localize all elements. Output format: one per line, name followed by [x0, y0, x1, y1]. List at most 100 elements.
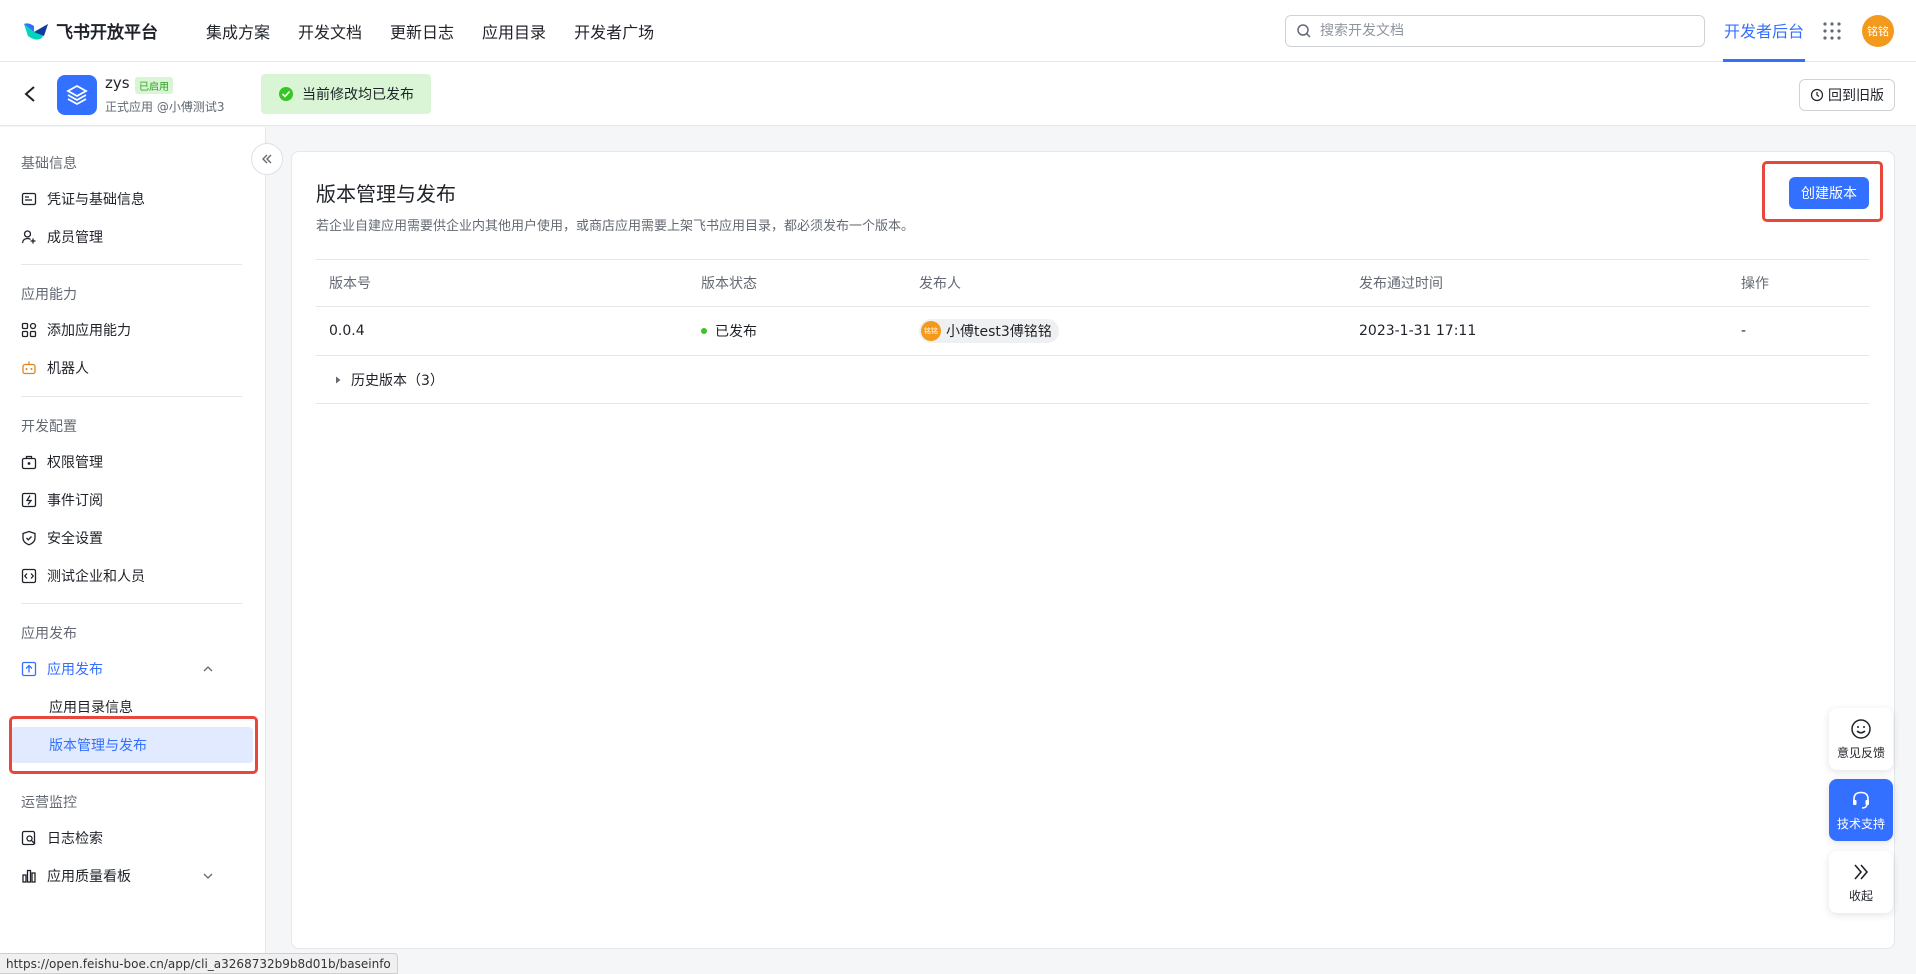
publisher-cell: 铭铭 小傅test3傅铭铭 [919, 307, 1059, 355]
layers-icon [66, 84, 88, 106]
add-user-icon [21, 230, 36, 244]
sidebar-item-label: 权限管理 [47, 455, 103, 471]
logo-text: 飞书开放平台 [56, 23, 158, 43]
feedback-label: 意见反馈 [1836, 745, 1885, 760]
robot-icon [22, 361, 36, 375]
tech-support-label: 技术支持 [1836, 816, 1885, 831]
tech-support-button[interactable]: 技术支持 [1829, 779, 1893, 841]
sidebar-item-test-tenants[interactable]: 测试企业和人员 [21, 559, 246, 593]
nav-integration[interactable]: 集成方案 [206, 19, 270, 43]
app-name: zys [105, 74, 130, 92]
old-version-label: 回到旧版 [1828, 88, 1884, 104]
code-box-icon [21, 568, 37, 584]
sidebar-item-credentials[interactable]: 凭证与基础信息 [21, 182, 246, 216]
row-action: - [1741, 323, 1747, 339]
app-subtitle: 正式应用 @小傅测试3 [105, 100, 225, 114]
app-status-badge: 已启用 [135, 77, 173, 94]
sidebar-subitem-version-management[interactable]: 版本管理与发布 [11, 727, 253, 763]
sidebar-item-bot[interactable]: 机器人 [21, 351, 246, 385]
main-nav: 集成方案 开发文档 更新日志 应用目录 开发者广场 [206, 19, 682, 43]
status-bar-url: https://open.feishu-boe.cn/app/cli_a3268… [0, 953, 398, 974]
sidebar-item-events[interactable]: 事件订阅 [21, 483, 246, 517]
double-chevron-left-icon [262, 154, 272, 164]
search-icon [1297, 24, 1311, 38]
logo[interactable]: 飞书开放平台 [22, 18, 182, 43]
headset-icon [1853, 791, 1869, 809]
feishu-logo-icon [24, 22, 48, 40]
sidebar-group-monitoring: 运营监控 [21, 795, 77, 811]
page-description: 若企业自建应用需要供企业内其他用户使用，或商店应用需要上架飞书应用目录，都必须发… [316, 219, 915, 234]
nav-dev-square[interactable]: 开发者广场 [574, 19, 654, 43]
sidebar-item-label: 应用质量看板 [47, 869, 131, 885]
history-label: 历史版本（3） [351, 372, 444, 389]
sidebar-item-publish[interactable]: 应用发布 [21, 652, 246, 686]
version-management-card: 版本管理与发布 若企业自建应用需要供企业内其他用户使用，或商店应用需要上架飞书应… [291, 151, 1895, 949]
id-card-icon [21, 192, 37, 206]
top-navigation-bar: 飞书开放平台 集成方案 开发文档 更新日志 应用目录 开发者广场 开发者后台 铭… [0, 0, 1916, 62]
old-version-button[interactable]: 回到旧版 [1799, 79, 1895, 111]
history-toggle[interactable]: 历史版本（3） [333, 356, 444, 403]
header-time: 发布通过时间 [1359, 276, 1443, 292]
sidebar-item-label: 事件订阅 [47, 493, 103, 509]
sidebar-item-label: 日志检索 [47, 831, 103, 847]
publisher-name: 小傅test3傅铭铭 [946, 324, 1052, 340]
sidebar-group-publish: 应用发布 [21, 626, 77, 642]
briefcase-lock-icon [21, 455, 37, 470]
table-row: 0.0.4 已发布 铭铭 小傅test3傅铭铭 2023-1-31 17:11 … [316, 307, 1869, 356]
history-versions-row[interactable]: 历史版本（3） [316, 356, 1869, 404]
search-input[interactable] [1320, 23, 1690, 39]
back-arrow-icon[interactable] [22, 84, 38, 104]
event-bolt-icon [21, 492, 37, 508]
sidebar-item-quality-board[interactable]: 应用质量看板 [21, 859, 246, 893]
version-number: 0.0.4 [329, 323, 365, 339]
sidebar-group-basic: 基础信息 [21, 156, 77, 172]
nav-app-directory[interactable]: 应用目录 [482, 19, 546, 43]
log-search-icon [21, 830, 36, 846]
nav-docs[interactable]: 开发文档 [298, 19, 362, 43]
header-status: 版本状态 [701, 276, 757, 292]
publish-status-text: 当前修改均已发布 [302, 87, 414, 103]
chevron-down-icon [203, 873, 213, 879]
app-icon [57, 75, 97, 115]
upload-box-icon [21, 661, 37, 677]
sidebar-item-label: 凭证与基础信息 [47, 192, 145, 208]
page-title: 版本管理与发布 [316, 182, 456, 206]
publisher-tag[interactable]: 铭铭 小傅test3傅铭铭 [919, 319, 1059, 343]
create-version-button[interactable]: 创建版本 [1789, 177, 1869, 209]
search-box[interactable] [1285, 15, 1705, 47]
header-version: 版本号 [329, 276, 371, 292]
sidebar-item-permissions[interactable]: 权限管理 [21, 445, 246, 479]
nav-changelog[interactable]: 更新日志 [390, 19, 454, 43]
double-chevron-right-icon [1854, 863, 1869, 880]
shield-icon [22, 530, 36, 546]
apps-grid-icon[interactable] [1822, 21, 1842, 41]
feedback-button[interactable]: 意见反馈 [1829, 708, 1893, 770]
sidebar: 基础信息 凭证与基础信息 成员管理 应用能力 添加应用能力 机器人 开发配置 权… [0, 127, 266, 974]
sidebar-item-label: 机器人 [47, 361, 89, 377]
sidebar-item-security[interactable]: 安全设置 [21, 521, 246, 555]
sidebar-subitem-directory-info[interactable]: 应用目录信息 [11, 689, 253, 725]
publisher-avatar: 铭铭 [921, 321, 941, 341]
collapse-float-button[interactable]: 收起 [1829, 851, 1893, 913]
smile-icon [1851, 718, 1871, 739]
sidebar-group-dev-config: 开发配置 [21, 419, 77, 435]
sidebar-item-label: 测试企业和人员 [47, 569, 145, 585]
version-table: 版本号 版本状态 发布人 发布通过时间 操作 0.0.4 已发布 铭铭 小傅te… [316, 259, 1869, 404]
sidebar-collapse-button[interactable] [251, 143, 283, 175]
sidebar-item-label: 应用发布 [47, 662, 103, 678]
sidebar-divider [21, 603, 242, 604]
sidebar-item-members[interactable]: 成员管理 [21, 220, 246, 254]
header-action: 操作 [1741, 276, 1769, 292]
dev-console-tab[interactable]: 开发者后台 [1723, 0, 1806, 62]
chevron-up-icon [203, 666, 213, 672]
sidebar-item-add-capability[interactable]: 添加应用能力 [21, 313, 246, 347]
status-text: 已发布 [715, 324, 757, 340]
user-avatar[interactable]: 铭铭 [1862, 15, 1894, 47]
sidebar-divider [21, 264, 242, 265]
check-circle-icon [279, 87, 293, 101]
sidebar-item-log-search[interactable]: 日志检索 [21, 821, 246, 855]
sidebar-group-capability: 应用能力 [21, 287, 77, 303]
app-header: zys 已启用 正式应用 @小傅测试3 当前修改均已发布 回到旧版 [0, 62, 1916, 126]
table-header: 版本号 版本状态 发布人 发布通过时间 操作 [316, 259, 1869, 307]
bar-chart-icon [22, 869, 36, 883]
